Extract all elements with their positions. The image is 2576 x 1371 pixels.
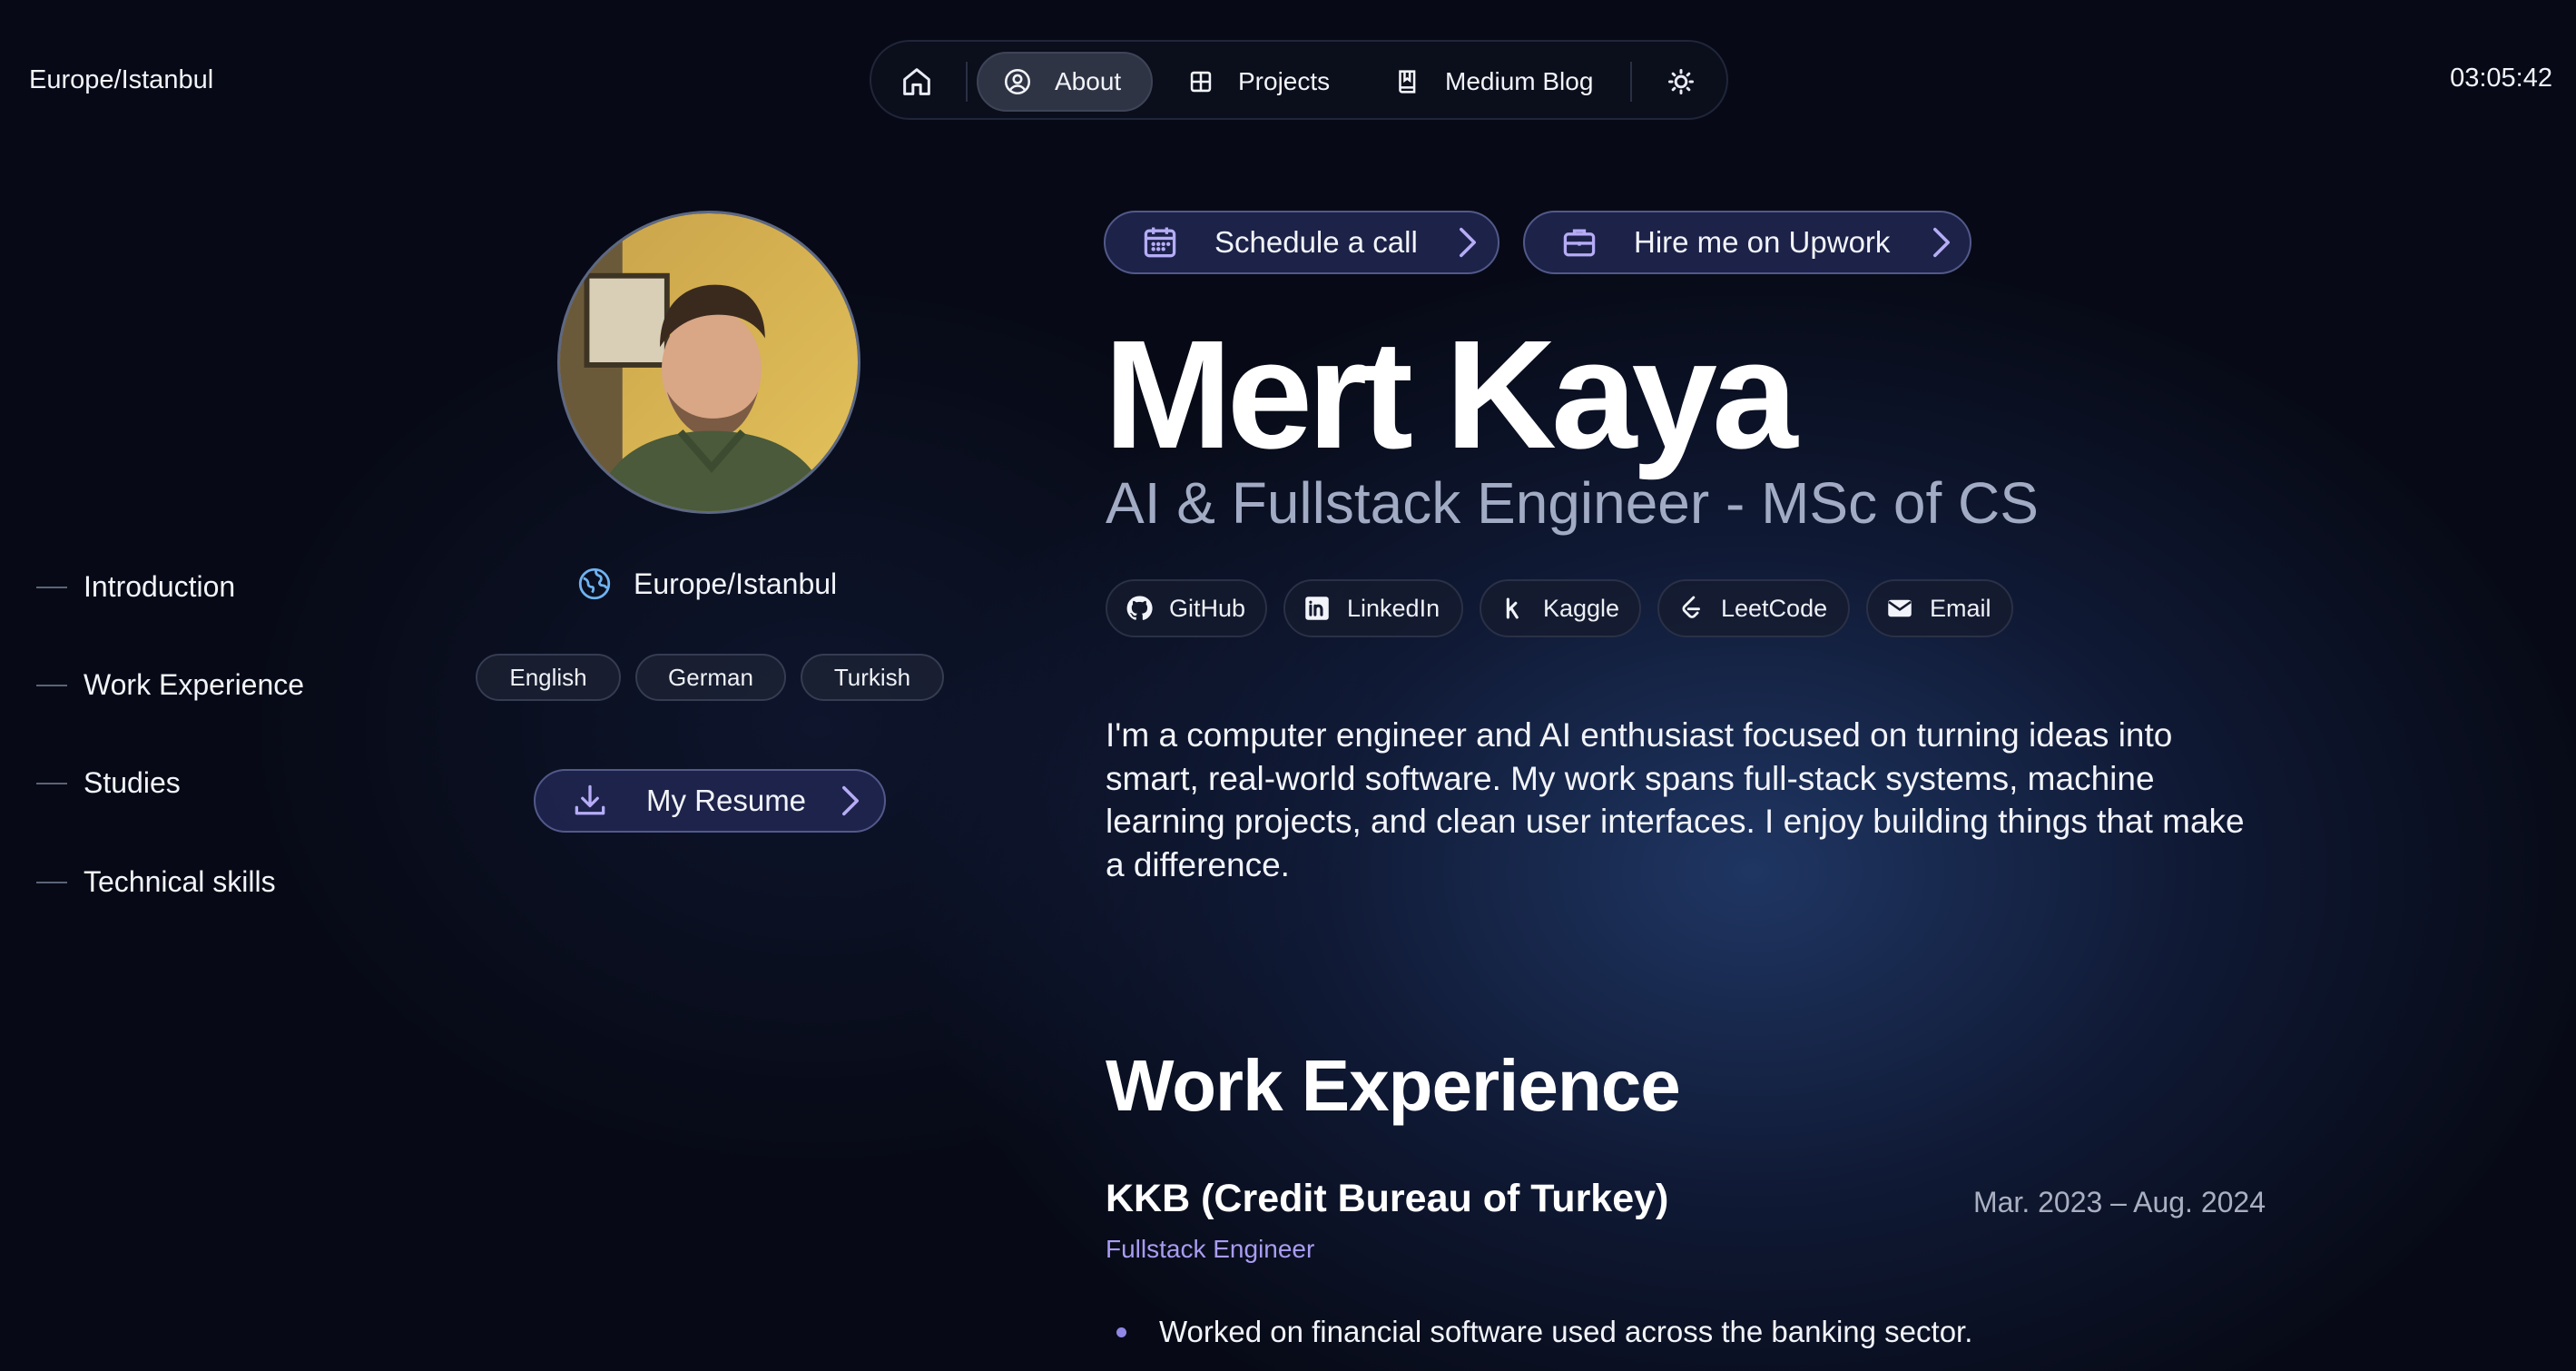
- home-icon[interactable]: [899, 64, 935, 100]
- job-dates: Mar. 2023 – Aug. 2024: [1972, 1186, 2266, 1218]
- briefcase-icon: [1559, 222, 1599, 262]
- nav-tab-about[interactable]: About: [977, 52, 1153, 112]
- toc-dash: [36, 586, 67, 588]
- github-icon: [1124, 593, 1155, 624]
- profile-location: Europe/Istanbul: [575, 565, 837, 603]
- toc-label: Technical skills: [84, 865, 276, 898]
- toc-item-work-experience[interactable]: Work Experience: [36, 668, 304, 702]
- schedule-call-button[interactable]: Schedule a call: [1104, 211, 1499, 274]
- profile-name: Mert Kaya: [1104, 309, 1798, 481]
- social-link-email[interactable]: Email: [1866, 579, 2013, 637]
- header-timezone: Europe/Istanbul: [29, 65, 214, 94]
- avatar: [557, 211, 860, 514]
- linkedin-icon: [1302, 593, 1332, 624]
- download-icon: [570, 781, 610, 821]
- job-bullet: Worked on financial software used across…: [1116, 1313, 1972, 1351]
- kaggle-icon: [1498, 593, 1529, 624]
- chevron-right-icon: [1458, 226, 1478, 259]
- nav-tab-projects[interactable]: Projects: [1185, 52, 1330, 112]
- profile-title: AI & Fullstack Engineer - MSc of CS: [1106, 470, 2039, 536]
- resume-button[interactable]: My Resume: [534, 769, 886, 833]
- chevron-right-icon: [1932, 226, 1952, 259]
- hire-upwork-button[interactable]: Hire me on Upwork: [1523, 211, 1971, 274]
- toc-label: Studies: [84, 766, 181, 799]
- toc-label: Introduction: [84, 570, 236, 603]
- hire-upwork-label: Hire me on Upwork: [1634, 225, 1891, 259]
- schedule-call-label: Schedule a call: [1214, 225, 1418, 259]
- main-nav: About Projects Medium Blog: [870, 40, 1728, 120]
- toc-item-technical-skills[interactable]: Technical skills: [36, 865, 276, 899]
- calendar-icon: [1140, 222, 1180, 262]
- social-link-leetcode[interactable]: LeetCode: [1657, 579, 1850, 637]
- nav-tab-label: Medium Blog: [1445, 67, 1594, 95]
- resume-label: My Resume: [646, 784, 807, 817]
- nav-divider: [966, 62, 968, 102]
- social-link-kaggle[interactable]: Kaggle: [1480, 579, 1641, 637]
- toc-item-studies[interactable]: Studies: [36, 766, 181, 800]
- social-label: GitHub: [1169, 594, 1246, 622]
- bullet-dot: [1116, 1327, 1126, 1337]
- social-link-linkedin[interactable]: LinkedIn: [1283, 579, 1463, 637]
- social-link-github[interactable]: GitHub: [1106, 579, 1267, 637]
- social-label: Email: [1930, 594, 1991, 622]
- nav-divider: [1630, 62, 1632, 102]
- job-bullet-text: Worked on financial software used across…: [1159, 1315, 1973, 1348]
- grid-icon: [1185, 66, 1216, 97]
- person-circle-icon: [1002, 66, 1033, 97]
- nav-tab-label: About: [1055, 67, 1122, 95]
- toc-dash: [36, 684, 67, 686]
- language-badge: English: [476, 654, 621, 701]
- location-text: Europe/Istanbul: [634, 567, 838, 600]
- toc-label: Work Experience: [84, 668, 305, 701]
- chevron-right-icon: [841, 784, 860, 817]
- sun-icon[interactable]: [1663, 64, 1699, 100]
- job-role: Fullstack Engineer: [1106, 1235, 1315, 1263]
- leetcode-icon: [1676, 593, 1706, 624]
- job-company: KKB (Credit Bureau of Turkey): [1106, 1177, 1669, 1220]
- nav-tab-label: Projects: [1238, 67, 1331, 95]
- language-badge: Turkish: [801, 654, 944, 701]
- toc-dash: [36, 881, 67, 883]
- section-title-work-experience: Work Experience: [1106, 1045, 1681, 1126]
- globe-icon: [575, 565, 614, 603]
- clock: 03:05:42: [2450, 64, 2552, 93]
- social-label: LinkedIn: [1347, 594, 1440, 622]
- language-badge: German: [635, 654, 786, 701]
- social-label: Kaggle: [1543, 594, 1620, 622]
- nav-tab-medium-blog[interactable]: Medium Blog: [1392, 52, 1593, 112]
- book-icon: [1392, 66, 1423, 97]
- social-label: LeetCode: [1721, 594, 1828, 622]
- bio-paragraph: I'm a computer engineer and AI enthusias…: [1106, 716, 2245, 883]
- toc-item-introduction[interactable]: Introduction: [36, 570, 235, 604]
- toc-dash: [36, 782, 67, 784]
- email-icon: [1884, 593, 1915, 624]
